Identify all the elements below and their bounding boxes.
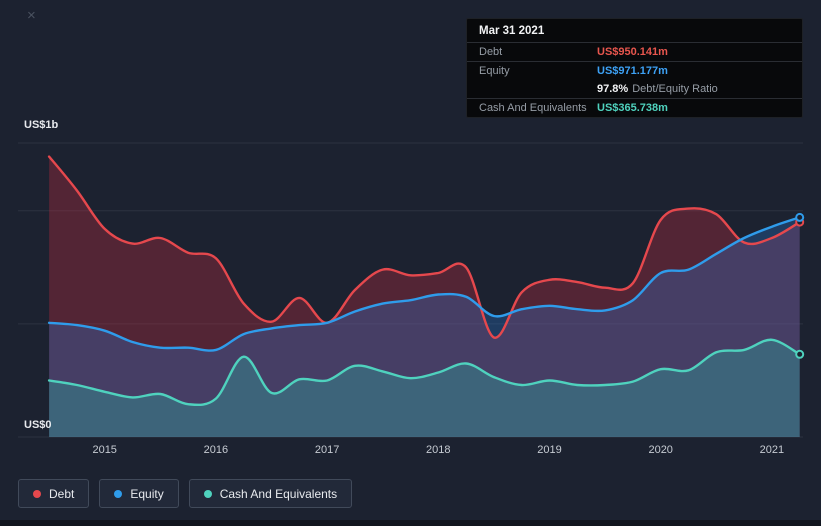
debt-equity-history-panel: × 2015 2016 2017 2018 2019 2020 2021 US$1b US$… [0, 0, 821, 526]
tooltip-equity-value: US$971.177m [597, 65, 668, 77]
equity-dot-icon [114, 489, 123, 498]
tooltip-cash-value: US$365.738m [597, 102, 668, 114]
x-axis-tick-2015: 2015 [92, 444, 116, 456]
legend-item-debt[interactable]: Debt [18, 479, 90, 508]
tooltip-equity-row: Equity US$971.177m [467, 62, 802, 80]
x-axis-tick-2016: 2016 [204, 444, 228, 456]
bottom-strip [0, 520, 821, 526]
tooltip-debt-value: US$950.141m [597, 46, 668, 58]
chart-legend: Debt Equity Cash And Equivalents [18, 479, 353, 508]
tooltip-ratio-value: 97.8% [597, 83, 629, 95]
equity-endpoint-marker [795, 212, 805, 222]
x-axis-tick-2018: 2018 [426, 444, 450, 456]
legend-label-equity: Equity [130, 486, 164, 501]
x-axis-tick-2020: 2020 [648, 444, 672, 456]
debt-dot-icon [33, 489, 41, 498]
cash-dot-icon [203, 489, 212, 498]
x-axis-tick-2017: 2017 [315, 444, 339, 456]
y-axis-label-min: US$0 [24, 419, 52, 431]
x-axis-tick-2019: 2019 [537, 444, 561, 456]
y-axis-label-max: US$1b [24, 119, 59, 131]
tooltip-cash-label: Cash And Equivalents [479, 102, 587, 114]
cash-and-equivalents-endpoint-marker [795, 349, 805, 359]
tooltip-equity-label: Equity [479, 65, 510, 77]
legend-item-equity[interactable]: Equity [99, 479, 179, 508]
tooltip-debt-row: Debt US$950.141m [467, 43, 802, 62]
tooltip-ratio-label: Debt/Equity Ratio [632, 83, 718, 95]
x-axis-tick-2021: 2021 [760, 444, 784, 456]
legend-item-cash[interactable]: Cash And Equivalents [188, 479, 353, 508]
tooltip-cash-row: Cash And Equivalents US$365.738m [467, 99, 802, 117]
legend-label-cash: Cash And Equivalents [219, 486, 338, 501]
legend-label-debt: Debt [49, 486, 75, 501]
chart-tooltip: Mar 31 2021 Debt US$950.141m Equity US$9… [466, 18, 803, 118]
tooltip-debt-label: Debt [479, 46, 503, 58]
tooltip-ratio-row: 97.8% Debt/Equity Ratio [467, 80, 802, 99]
tooltip-date: Mar 31 2021 [467, 19, 802, 43]
